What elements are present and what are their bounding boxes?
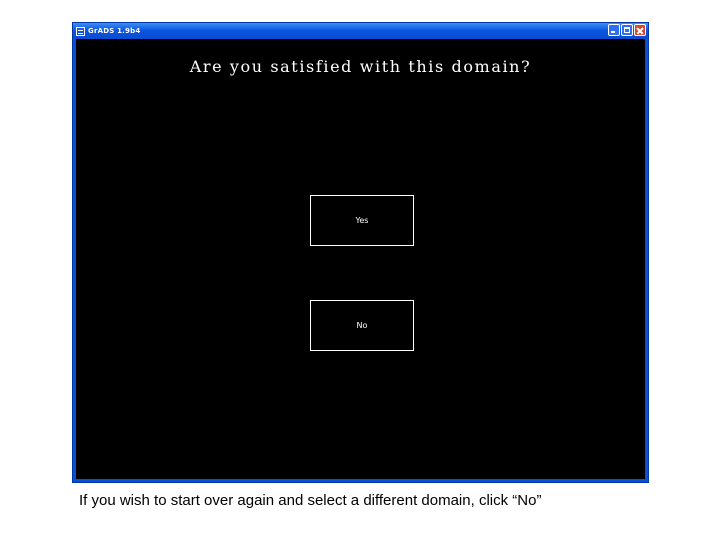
window-controls [608,24,646,36]
app-icon[interactable] [76,26,85,36]
graphics-canvas[interactable]: Are you satisfied with this domain? Yes … [76,39,645,479]
app-window: GrADS 1.9b4 Are you satisfied with this … [72,22,649,483]
window-title: GrADS 1.9b4 [88,27,141,35]
title-bar[interactable]: GrADS 1.9b4 [73,23,648,39]
prompt-question: Are you satisfied with this domain? [189,57,532,76]
minimize-icon[interactable] [608,24,620,36]
yes-button[interactable]: Yes [310,195,414,246]
close-icon[interactable] [634,24,646,36]
maximize-icon[interactable] [621,24,633,36]
slide-caption: If you wish to start over again and sele… [79,492,542,509]
no-button[interactable]: No [310,300,414,351]
